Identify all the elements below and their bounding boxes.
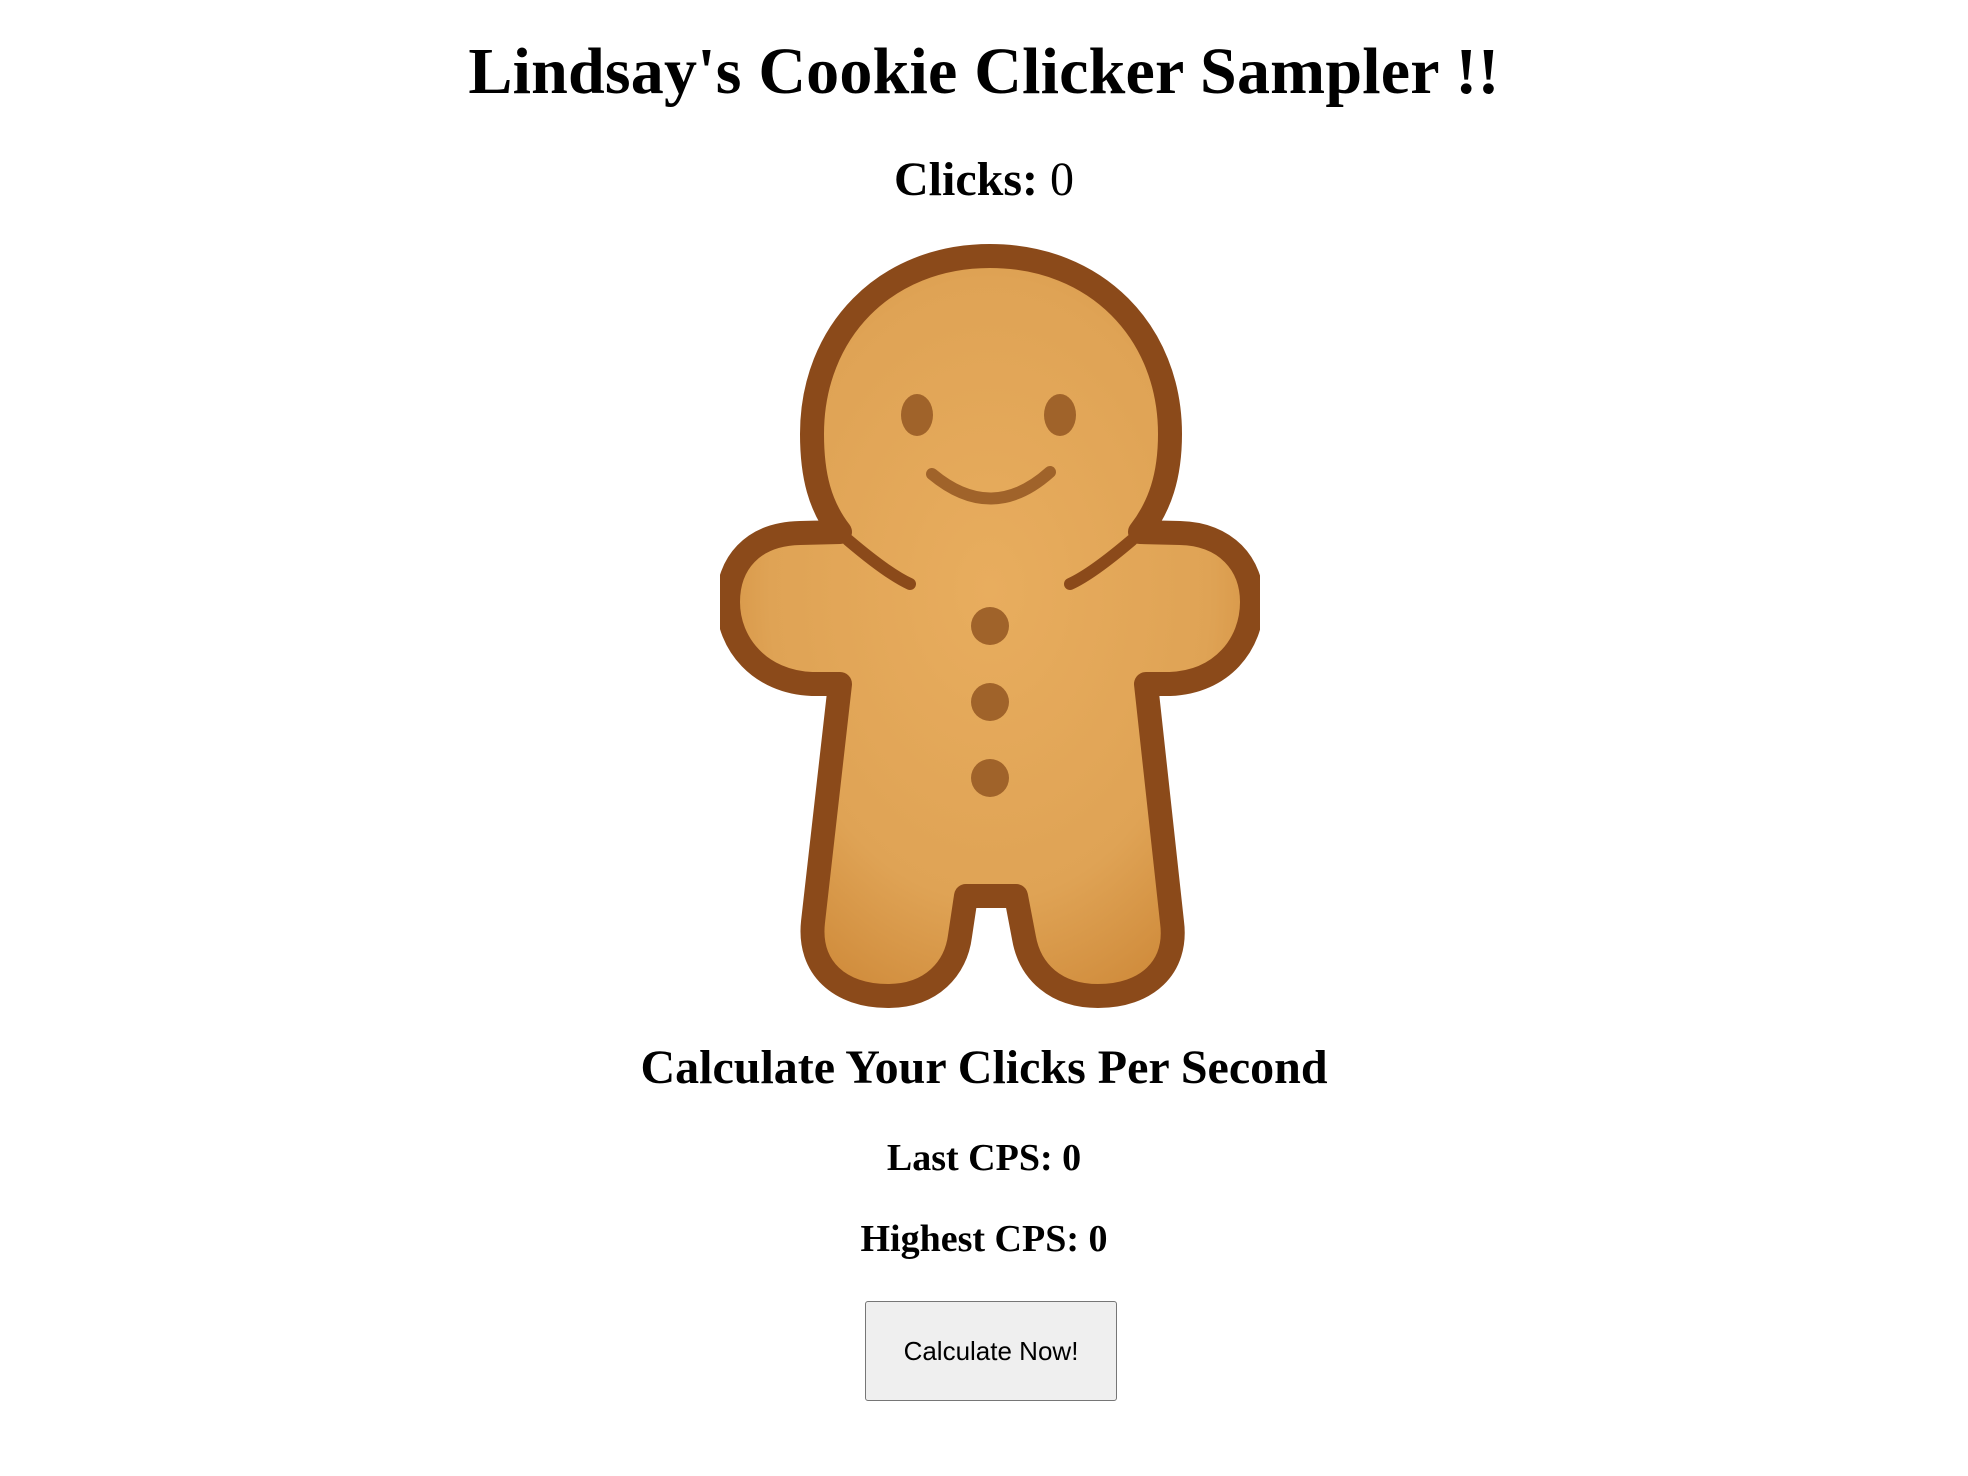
- highest-cps-value: 0: [1088, 1218, 1108, 1260]
- cookie-clicker-page: Lindsay's Cookie Clicker Sampler !! Clic…: [0, 0, 1968, 1476]
- gingerbread-man-icon: [720, 244, 1260, 1008]
- clicks-counter: Clicks: 0: [0, 148, 1968, 212]
- clicks-value: 0: [1050, 153, 1074, 206]
- left-eye: [901, 394, 933, 436]
- clicks-label: Clicks:: [894, 153, 1038, 206]
- cps-heading: Calculate Your Clicks Per Second: [640, 1041, 1328, 1094]
- highest-cps: Highest CPS: 0: [0, 1214, 1968, 1264]
- page-title: Lindsay's Cookie Clicker Sampler !!: [468, 35, 1500, 108]
- cookie-button-dot: [971, 683, 1009, 721]
- highest-cps-label: Highest CPS:: [860, 1218, 1080, 1260]
- cookie-button-dot: [971, 759, 1009, 797]
- gingerbread-cookie-button[interactable]: [720, 244, 1260, 1008]
- last-cps: Last CPS: 0: [0, 1133, 1968, 1183]
- last-cps-value: 0: [1062, 1137, 1082, 1179]
- last-cps-label: Last CPS:: [886, 1137, 1053, 1179]
- right-eye: [1044, 394, 1076, 436]
- calculate-now-button[interactable]: Calculate Now!: [865, 1301, 1117, 1401]
- cookie-button-dot: [971, 607, 1009, 645]
